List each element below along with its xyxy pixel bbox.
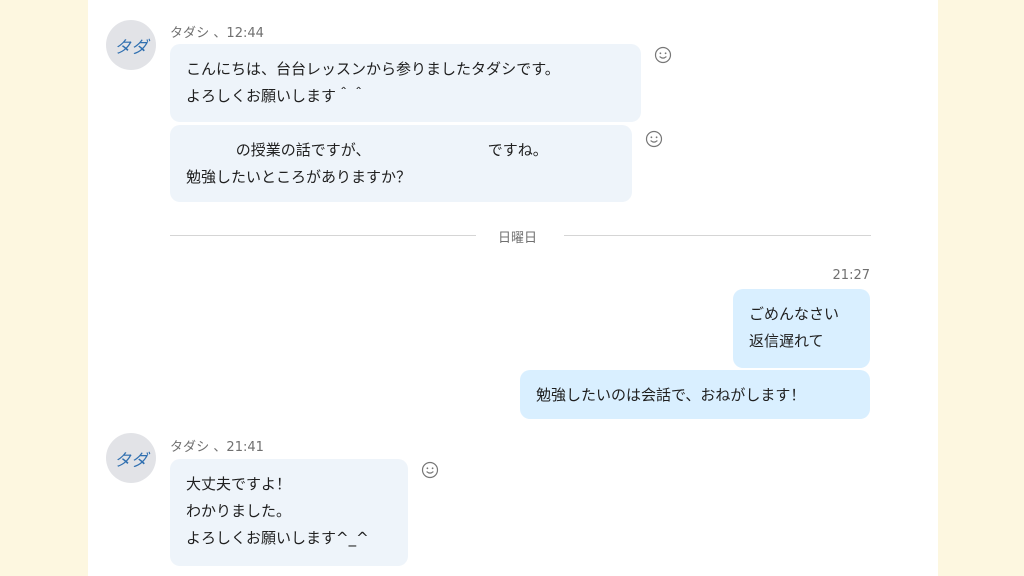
divider-line bbox=[564, 235, 871, 236]
chat-pane: タダ タダシ 、12:44 こんにちは、台台レッスンから参りましたタダシです。 … bbox=[88, 0, 938, 576]
divider-line bbox=[170, 235, 476, 236]
meta-separator: 、 bbox=[213, 440, 227, 455]
smiley-icon[interactable] bbox=[654, 46, 672, 64]
message-line: 大丈夫ですよ！ bbox=[186, 475, 292, 493]
smiley-icon[interactable] bbox=[421, 461, 439, 479]
message-meta: タダシ 、12:44 bbox=[170, 22, 264, 41]
message-line: ごめんなさい bbox=[749, 305, 840, 323]
meta-separator: 、 bbox=[213, 26, 227, 41]
message-time: 21:27 bbox=[832, 268, 870, 283]
message-meta: タダシ 、21:41 bbox=[170, 436, 264, 455]
smiley-icon[interactable] bbox=[645, 130, 663, 148]
incoming-message-bubble[interactable]: こんにちは、台台レッスンから参りましたタダシです。 よろしくお願いします＾＾ bbox=[170, 44, 641, 122]
sender-name: タダシ bbox=[170, 440, 210, 455]
message-line: よろしくお願いします^_^ bbox=[186, 529, 369, 547]
message-line: 勉強したいのは会話で、おねがします！ bbox=[536, 386, 806, 404]
outgoing-message-bubble[interactable]: ごめんなさい 返信遅れて bbox=[733, 289, 870, 368]
message-line: の授業の話ですが、 ですね。 bbox=[186, 141, 548, 159]
message-line: わかりました。 bbox=[186, 502, 292, 520]
avatar-initials: タダ bbox=[114, 450, 148, 471]
avatar[interactable]: タダ bbox=[106, 20, 156, 70]
message-time: 12:44 bbox=[226, 26, 264, 41]
message-line: よろしくお願いします＾＾ bbox=[186, 87, 367, 105]
incoming-message-bubble[interactable]: の授業の話ですが、 ですね。 勉強したいところがありますか？ bbox=[170, 125, 632, 202]
message-line: 勉強したいところがありますか？ bbox=[186, 168, 412, 186]
avatar-initials: タダ bbox=[114, 37, 148, 58]
message-line: 返信遅れて bbox=[749, 332, 824, 350]
avatar[interactable]: タダ bbox=[106, 433, 156, 483]
message-line: こんにちは、台台レッスンから参りましたタダシです。 bbox=[186, 60, 560, 78]
sender-name: タダシ bbox=[170, 26, 210, 41]
day-divider-label: 日曜日 bbox=[498, 231, 538, 246]
outgoing-message-bubble[interactable]: 勉強したいのは会話で、おねがします！ bbox=[520, 370, 870, 419]
incoming-message-bubble[interactable]: 大丈夫ですよ！ わかりました。 よろしくお願いします^_^ bbox=[170, 459, 408, 566]
message-time: 21:41 bbox=[226, 440, 264, 455]
